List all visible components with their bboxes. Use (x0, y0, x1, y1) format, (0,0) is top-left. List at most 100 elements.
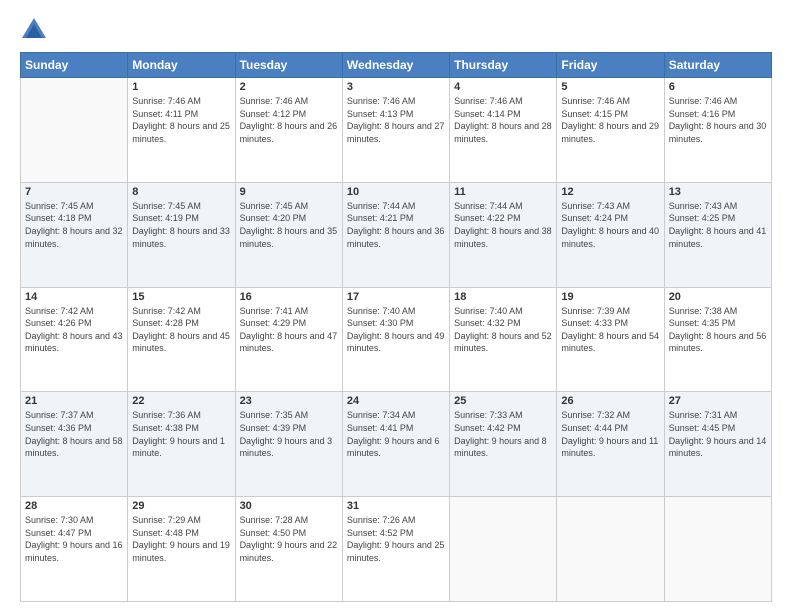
day-number: 7 (25, 186, 123, 198)
day-number: 9 (240, 186, 338, 198)
sunrise-text: Sunrise: 7:46 AM (669, 95, 767, 108)
day-number: 24 (347, 395, 445, 407)
calendar-day-cell: 2Sunrise: 7:46 AMSunset: 4:12 PMDaylight… (235, 78, 342, 183)
day-number: 27 (669, 395, 767, 407)
day-number: 14 (25, 291, 123, 303)
calendar-header-sunday: Sunday (21, 53, 128, 78)
logo (20, 16, 52, 44)
calendar-day-cell: 19Sunrise: 7:39 AMSunset: 4:33 PMDayligh… (557, 287, 664, 392)
day-number: 30 (240, 500, 338, 512)
sunset-text: Sunset: 4:20 PM (240, 212, 338, 225)
day-info: Sunrise: 7:45 AMSunset: 4:18 PMDaylight:… (25, 200, 123, 250)
day-info: Sunrise: 7:42 AMSunset: 4:26 PMDaylight:… (25, 305, 123, 355)
daylight-text: Daylight: 8 hours and 38 minutes. (454, 225, 552, 250)
daylight-text: Daylight: 8 hours and 29 minutes. (561, 120, 659, 145)
day-number: 2 (240, 81, 338, 93)
calendar-day-cell: 9 Sunrise: 7:45 AMSunset: 4:20 PMDaylight… (235, 182, 342, 287)
day-info: Sunrise: 7:33 AMSunset: 4:42 PMDaylight:… (454, 409, 552, 459)
day-info: Sunrise: 7:46 AMSunset: 4:14 PMDaylight:… (454, 95, 552, 145)
day-info: Sunrise: 7:46 AMSunset: 4:16 PMDaylight:… (669, 95, 767, 145)
calendar-header-monday: Monday (128, 53, 235, 78)
day-info: Sunrise: 7:29 AMSunset: 4:48 PMDaylight:… (132, 514, 230, 564)
sunrise-text: Sunrise: 7:32 AM (561, 409, 659, 422)
calendar-day-cell: 1Sunrise: 7:46 AMSunset: 4:11 PMDaylight… (128, 78, 235, 183)
calendar-day-cell: 3Sunrise: 7:46 AMSunset: 4:13 PMDaylight… (342, 78, 449, 183)
sunrise-text: Sunrise: 7:30 AM (25, 514, 123, 527)
sunset-text: Sunset: 4:38 PM (132, 422, 230, 435)
sunset-text: Sunset: 4:47 PM (25, 527, 123, 540)
daylight-text: Daylight: 8 hours and 54 minutes. (561, 330, 659, 355)
sunset-text: Sunset: 4:19 PM (132, 212, 230, 225)
daylight-text: Daylight: 9 hours and 11 minutes. (561, 435, 659, 460)
calendar-day-cell: 16Sunrise: 7:41 AMSunset: 4:29 PMDayligh… (235, 287, 342, 392)
day-info: Sunrise: 7:35 AMSunset: 4:39 PMDaylight:… (240, 409, 338, 459)
calendar-week-row: 21Sunrise: 7:37 AMSunset: 4:36 PMDayligh… (21, 392, 772, 497)
day-info: Sunrise: 7:45 AMSunset: 4:20 PMDaylight:… (240, 200, 338, 250)
sunset-text: Sunset: 4:32 PM (454, 317, 552, 330)
calendar-day-cell (21, 78, 128, 183)
day-number: 10 (347, 186, 445, 198)
sunrise-text: Sunrise: 7:44 AM (347, 200, 445, 213)
calendar-day-cell: 24 Sunrise: 7:34 AMSunset: 4:41 PMDayligh… (342, 392, 449, 497)
day-info: Sunrise: 7:32 AMSunset: 4:44 PMDaylight:… (561, 409, 659, 459)
calendar-day-cell: 10 Sunrise: 7:44 AMSunset: 4:21 PMDayligh… (342, 182, 449, 287)
sunrise-text: Sunrise: 7:33 AM (454, 409, 552, 422)
sunset-text: Sunset: 4:52 PM (347, 527, 445, 540)
daylight-text: Daylight: 8 hours and 25 minutes. (132, 120, 230, 145)
sunset-text: Sunset: 4:21 PM (347, 212, 445, 225)
calendar-header-thursday: Thursday (450, 53, 557, 78)
day-number: 13 (669, 186, 767, 198)
calendar-day-cell (557, 497, 664, 602)
sunrise-text: Sunrise: 7:46 AM (347, 95, 445, 108)
sunrise-text: Sunrise: 7:38 AM (669, 305, 767, 318)
day-info: Sunrise: 7:30 AMSunset: 4:47 PMDaylight:… (25, 514, 123, 564)
daylight-text: Daylight: 8 hours and 30 minutes. (669, 120, 767, 145)
sunset-text: Sunset: 4:22 PM (454, 212, 552, 225)
day-info: Sunrise: 7:44 AMSunset: 4:21 PMDaylight:… (347, 200, 445, 250)
sunset-text: Sunset: 4:33 PM (561, 317, 659, 330)
daylight-text: Daylight: 9 hours and 1 minute. (132, 435, 230, 460)
daylight-text: Daylight: 8 hours and 33 minutes. (132, 225, 230, 250)
sunrise-text: Sunrise: 7:26 AM (347, 514, 445, 527)
calendar-day-cell: 7 Sunrise: 7:45 AMSunset: 4:18 PMDaylight… (21, 182, 128, 287)
day-info: Sunrise: 7:37 AMSunset: 4:36 PMDaylight:… (25, 409, 123, 459)
day-info: Sunrise: 7:46 AMSunset: 4:11 PMDaylight:… (132, 95, 230, 145)
calendar-day-cell: 27Sunrise: 7:31 AMSunset: 4:45 PMDayligh… (664, 392, 771, 497)
calendar-header-saturday: Saturday (664, 53, 771, 78)
sunrise-text: Sunrise: 7:41 AM (240, 305, 338, 318)
day-number: 17 (347, 291, 445, 303)
calendar-day-cell: 5Sunrise: 7:46 AMSunset: 4:15 PMDaylight… (557, 78, 664, 183)
day-info: Sunrise: 7:42 AMSunset: 4:28 PMDaylight:… (132, 305, 230, 355)
calendar-day-cell: 12Sunrise: 7:43 AMSunset: 4:24 PMDayligh… (557, 182, 664, 287)
calendar-day-cell (664, 497, 771, 602)
sunset-text: Sunset: 4:13 PM (347, 108, 445, 121)
day-number: 18 (454, 291, 552, 303)
daylight-text: Daylight: 8 hours and 47 minutes. (240, 330, 338, 355)
daylight-text: Daylight: 9 hours and 6 minutes. (347, 435, 445, 460)
sunset-text: Sunset: 4:18 PM (25, 212, 123, 225)
calendar-day-cell: 20 Sunrise: 7:38 AMSunset: 4:35 PMDayligh… (664, 287, 771, 392)
day-info: Sunrise: 7:40 AMSunset: 4:30 PMDaylight:… (347, 305, 445, 355)
sunrise-text: Sunrise: 7:45 AM (240, 200, 338, 213)
calendar-week-row: 7Sunrise: 7:45 AMSunset: 4:18 PMDaylight… (21, 182, 772, 287)
day-number: 3 (347, 81, 445, 93)
sunset-text: Sunset: 4:41 PM (347, 422, 445, 435)
sunrise-text: Sunrise: 7:37 AM (25, 409, 123, 422)
day-info: Sunrise: 7:40 AMSunset: 4:32 PMDaylight:… (454, 305, 552, 355)
daylight-text: Daylight: 9 hours and 16 minutes. (25, 539, 123, 564)
sunset-text: Sunset: 4:30 PM (347, 317, 445, 330)
calendar-day-cell: 30 Sunrise: 7:28 AMSunset: 4:50 PMDayligh… (235, 497, 342, 602)
day-info: Sunrise: 7:26 AMSunset: 4:52 PMDaylight:… (347, 514, 445, 564)
daylight-text: Daylight: 8 hours and 40 minutes. (561, 225, 659, 250)
sunset-text: Sunset: 4:11 PM (132, 108, 230, 121)
day-info: Sunrise: 7:38 AMSunset: 4:35 PMDaylight:… (669, 305, 767, 355)
day-number: 20 (669, 291, 767, 303)
day-number: 23 (240, 395, 338, 407)
sunrise-text: Sunrise: 7:34 AM (347, 409, 445, 422)
sunrise-text: Sunrise: 7:28 AM (240, 514, 338, 527)
day-info: Sunrise: 7:36 AMSunset: 4:38 PMDaylight:… (132, 409, 230, 459)
day-info: Sunrise: 7:28 AMSunset: 4:50 PMDaylight:… (240, 514, 338, 564)
day-number: 26 (561, 395, 659, 407)
day-number: 22 (132, 395, 230, 407)
calendar-header-tuesday: Tuesday (235, 53, 342, 78)
